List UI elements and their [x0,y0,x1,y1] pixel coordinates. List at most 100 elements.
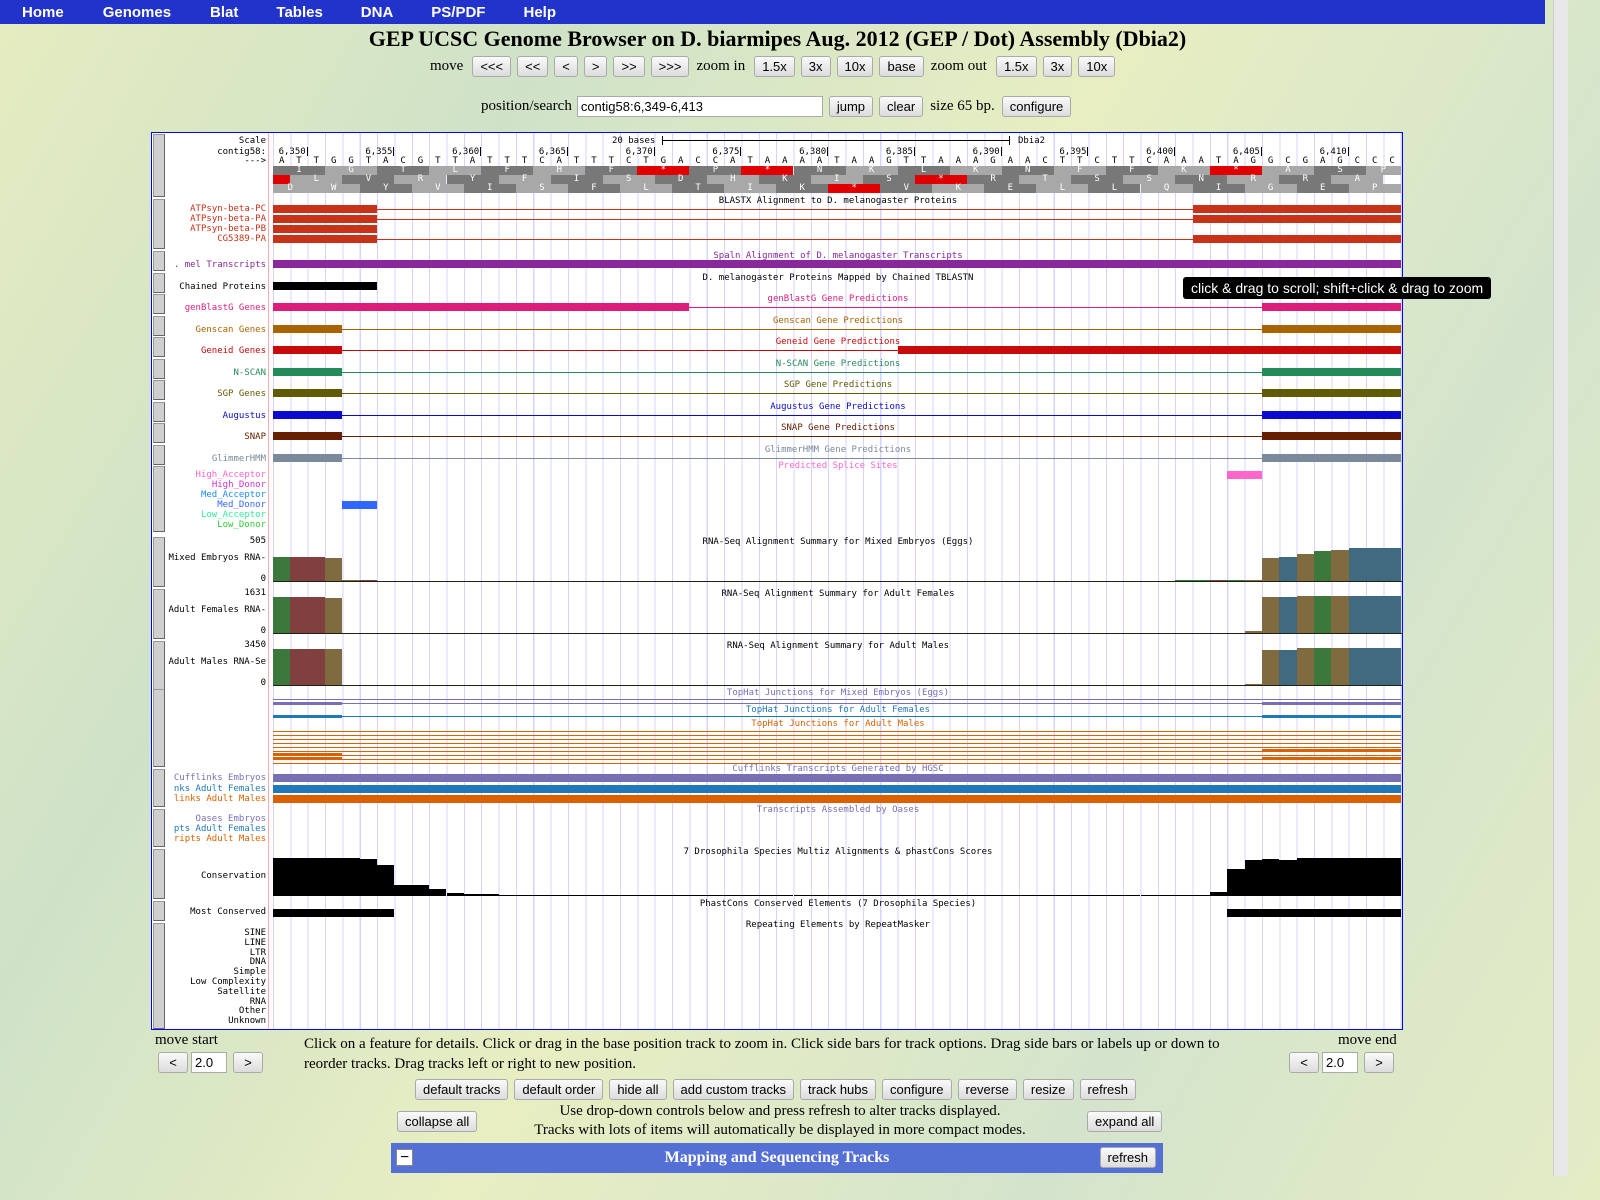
snap-gene-block[interactable] [1261,432,1401,440]
conservation-bar[interactable] [758,895,777,896]
zoom-out-3x-button[interactable]: 3x [1042,56,1073,77]
frame-cell[interactable]: E [1296,184,1349,193]
conservation-bar[interactable] [1244,859,1262,896]
coverage-bar[interactable] [273,648,291,685]
conservation-bar[interactable] [1296,858,1314,896]
conservation-bar[interactable] [429,889,447,896]
refresh-button[interactable]: refresh [1079,1079,1137,1100]
move-right-2-button[interactable]: >> [613,56,645,77]
conservation-bar[interactable] [654,895,673,896]
chained-side-bar[interactable] [153,273,165,293]
zoom-base-button[interactable]: base [879,56,924,77]
frame-cell[interactable]: Y [359,184,412,193]
move-left-button[interactable]: < [554,56,578,77]
conservation-bar[interactable] [776,895,794,896]
blastx-alignment-block[interactable] [1192,235,1401,243]
genome-browser-image[interactable]: Scale contig58: ---> 20 bases Dbia2 6,350 6,35… [151,132,1403,1030]
conservation-bar[interactable] [359,859,378,896]
configure-top-button[interactable]: configure [1001,96,1072,117]
coverage-bar[interactable] [1261,557,1280,581]
conservation-bar[interactable] [1019,895,1037,896]
conservation-bar[interactable] [1175,895,1193,896]
conservation-bar[interactable] [498,894,516,896]
conservation-bar[interactable] [845,895,863,896]
coverage-bar[interactable] [307,648,326,685]
geneid-gene-block[interactable] [897,346,1401,354]
nscan-gene-block[interactable] [1261,368,1401,376]
coverage-bar[interactable] [1279,556,1297,581]
conservation-bar[interactable] [1053,895,1072,896]
conservation-bar[interactable] [637,895,655,896]
position-search-input[interactable] [576,96,823,117]
move-start-left-button[interactable]: < [158,1052,188,1073]
page-scrollbar[interactable] [1553,0,1568,1176]
coverage-bar[interactable] [1244,684,1262,685]
conservation-bar[interactable] [463,894,482,896]
junction-block[interactable] [1261,757,1401,760]
sgp-gene-block[interactable] [1261,389,1401,397]
default-tracks-button[interactable]: default tracks [415,1079,509,1100]
conservation-bar[interactable] [1331,858,1349,896]
frame-cell[interactable]: Q [1140,184,1193,193]
coverage-bar[interactable] [1314,648,1332,685]
conservation-bar[interactable] [949,895,967,896]
nav-genomes[interactable]: Genomes [103,0,171,24]
coverage-bar[interactable] [325,648,343,685]
conservation-bar[interactable] [307,858,326,896]
conservation-bar[interactable] [620,895,638,896]
junction-block[interactable] [273,715,343,718]
conservation-bar[interactable] [550,895,568,896]
coverage-bar[interactable] [1348,648,1367,685]
frame-cell[interactable]: * [828,184,881,193]
track-hubs-button[interactable]: track hubs [800,1079,877,1100]
frame-cell[interactable]: P [1348,184,1401,193]
zoom-out-1.5x-button[interactable]: 1.5x [995,56,1037,77]
conservation-bar[interactable] [515,895,534,896]
coverage-bar[interactable] [1383,596,1401,633]
coverage-bar[interactable] [273,557,291,581]
snap-gene-block[interactable] [273,432,343,440]
coverage-bar[interactable] [1175,580,1193,581]
conservation-bar[interactable] [880,895,898,896]
sgp-gene-block[interactable] [273,389,343,397]
blastx-side-bar[interactable] [153,199,165,249]
section-refresh-button[interactable]: refresh [1099,1147,1156,1168]
coverage-bar[interactable] [1314,596,1332,633]
conservation-bar[interactable] [793,895,811,896]
coverage-bar[interactable] [1383,547,1401,581]
coverage-bar[interactable] [1296,553,1314,581]
coverage-bar[interactable] [1192,580,1210,581]
conservation-bar[interactable] [1036,895,1054,896]
frame-cell[interactable]: E [984,184,1037,193]
reverse-button[interactable]: reverse [957,1079,1017,1100]
conservation-bar[interactable] [585,895,603,896]
conservation-bar[interactable] [325,858,343,896]
conservation-bar[interactable] [411,884,430,896]
coverage-bar[interactable] [1383,648,1401,685]
snap-side-bar[interactable] [153,423,165,443]
conservation-bar[interactable] [1105,895,1124,896]
conservation-side-bar[interactable] [153,849,165,899]
coverage-bar[interactable] [290,557,308,581]
conserved-element[interactable] [1227,909,1401,917]
frame-cell[interactable]: I [1192,184,1245,193]
conservation-bar[interactable] [1314,858,1332,896]
move-start-right-button[interactable]: > [233,1052,263,1073]
frame-cell[interactable]: F [567,184,620,193]
junction-block[interactable] [273,753,343,756]
junction-block[interactable] [1261,702,1401,705]
coverage-bar[interactable] [1209,580,1228,581]
nav-dna[interactable]: DNA [361,0,394,24]
frame-cell[interactable]: T [672,184,725,193]
blastx-alignment-block[interactable] [273,225,378,233]
frame-cell[interactable]: V [411,184,464,193]
splice-side-bar[interactable] [153,466,165,532]
conserved-element[interactable] [273,909,395,917]
coverage-bar[interactable] [1244,630,1262,633]
conservation-bar[interactable] [672,895,690,896]
conservation-bar[interactable] [897,895,915,896]
nscan-gene-block[interactable] [273,368,343,376]
conservation-bar[interactable] [1209,892,1228,896]
conservation-bar[interactable] [828,895,846,896]
conservation-bar[interactable] [377,864,395,896]
